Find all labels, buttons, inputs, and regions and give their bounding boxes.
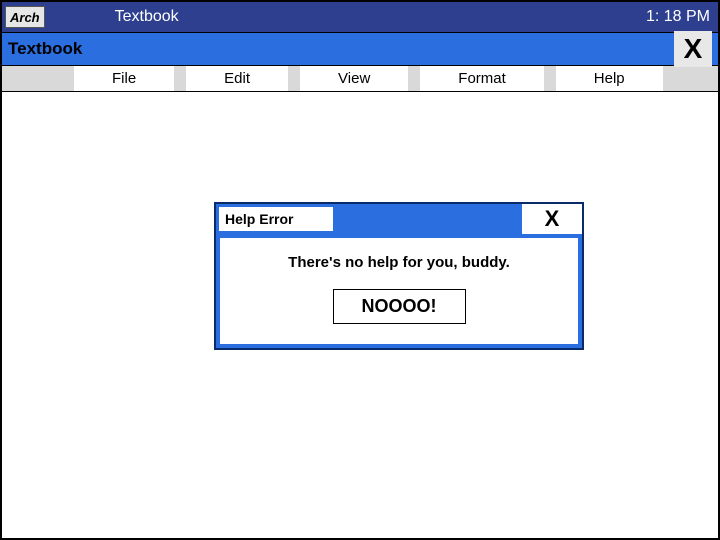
dialog-titlebar: Help Error X [216,204,582,234]
document-header: Textbook X [2,32,718,66]
error-dialog: Help Error X There's no help for you, bu… [214,202,584,350]
close-icon: X [545,206,560,232]
close-icon: X [684,33,703,65]
titlebar: Arch Textbook 1: 18 PM [2,2,718,32]
dialog-close-button[interactable]: X [520,204,582,234]
dialog-title: Help Error [219,207,333,231]
document-title: Textbook [8,39,82,59]
menu-gap [288,66,300,91]
menu-help[interactable]: Help [556,66,663,91]
menu-format[interactable]: Format [420,66,544,91]
menu-gap [544,66,556,91]
dialog-ok-button[interactable]: NOOOO! [333,289,466,324]
content-area: Help Error X There's no help for you, bu… [2,92,718,536]
menu-gap [408,66,420,91]
dialog-body: There's no help for you, buddy. NOOOO! [220,238,578,344]
clock: 1: 18 PM [646,8,710,26]
app-logo: Arch [5,6,45,28]
close-button[interactable]: X [674,31,712,67]
menu-edit[interactable]: Edit [186,66,288,91]
menu-spacer [663,66,718,91]
menu-gap [174,66,186,91]
menu-view[interactable]: View [300,66,408,91]
dialog-message: There's no help for you, buddy. [228,254,570,271]
menu-spacer [2,66,74,91]
app-window: Arch Textbook 1: 18 PM Textbook X File E… [0,0,720,540]
menu-file[interactable]: File [74,66,174,91]
window-title: Textbook [115,8,179,26]
logo-text: Arch [10,10,40,25]
menubar: File Edit View Format Help [2,66,718,92]
